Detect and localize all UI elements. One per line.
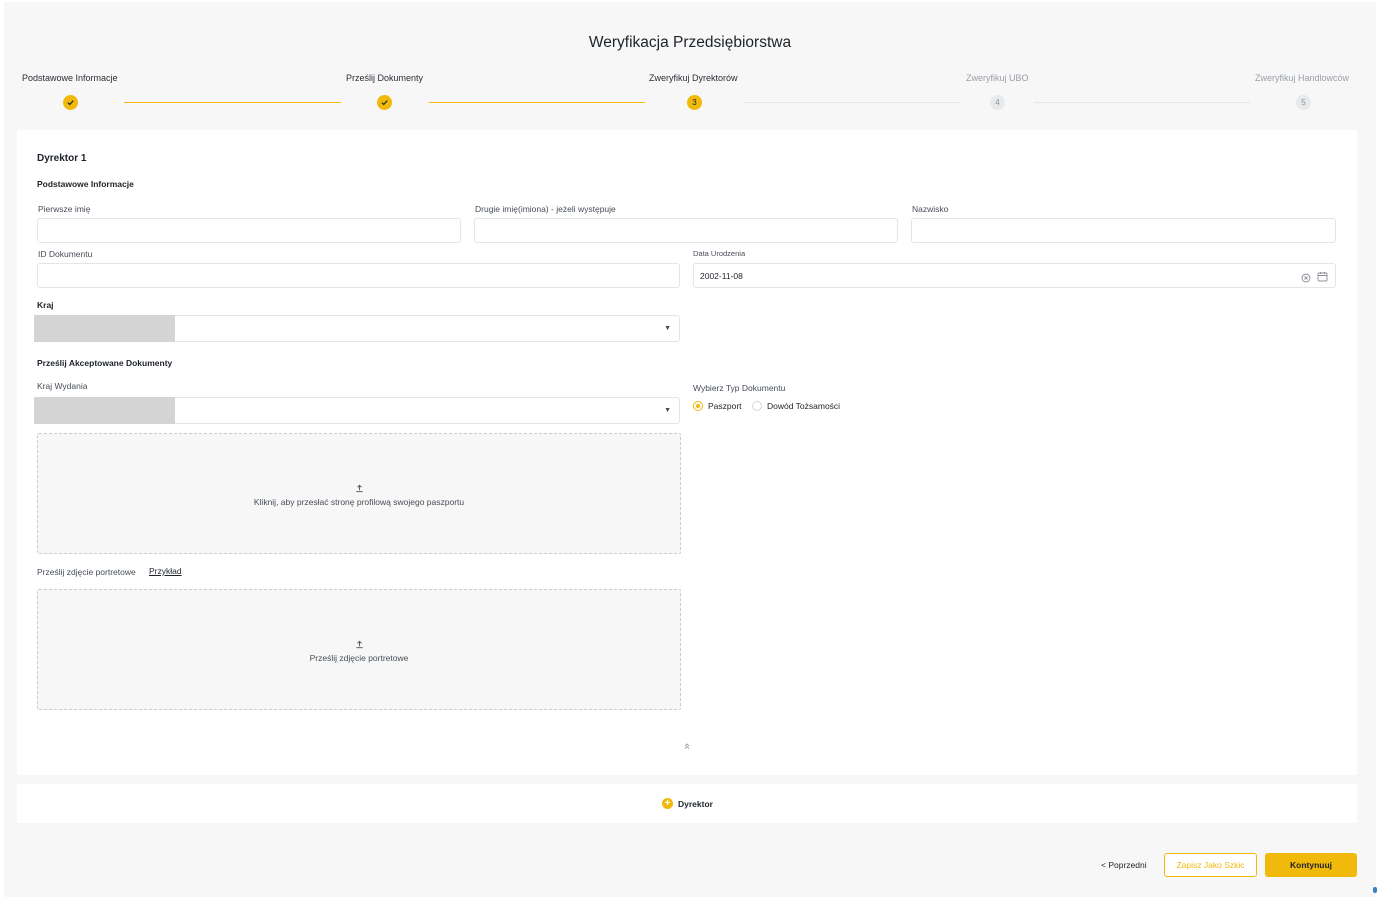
step-connector-3 xyxy=(745,102,961,103)
upload-icon xyxy=(38,640,680,652)
last-name-label: Nazwisko xyxy=(912,204,949,214)
issue-country-label: Kraj Wydania xyxy=(37,381,88,391)
portrait-upload-text: Prześlij zdjęcie portretowe xyxy=(309,653,409,663)
passport-upload-dropzone[interactable]: Kliknij, aby przesłać stronę profilową s… xyxy=(37,433,681,554)
radio-id-card-label[interactable]: Dowód Tożsamości xyxy=(767,401,840,411)
add-director-card: + Dyrektor xyxy=(17,784,1357,823)
first-name-label: Pierwsze imię xyxy=(38,204,91,214)
step-label-upload-documents: Prześlij Dokumenty xyxy=(346,73,424,83)
clear-icon[interactable] xyxy=(1301,270,1311,288)
continue-button[interactable]: Kontynuuj xyxy=(1265,853,1357,877)
step-connector-4 xyxy=(1034,102,1250,103)
previous-button[interactable]: < Poprzedni xyxy=(1101,860,1147,870)
scroll-indicator xyxy=(1373,887,1377,893)
documents-heading: Prześlij Akceptowane Dokumenty xyxy=(37,358,173,368)
step-4-number: 4 xyxy=(990,95,1005,110)
country-select[interactable]: ▼ xyxy=(34,315,680,342)
document-id-label: ID Dokumentu xyxy=(38,249,93,259)
add-director-label: Dyrektor xyxy=(678,798,713,809)
portrait-upload-dropzone[interactable]: Prześlij zdjęcie portretowe xyxy=(37,589,681,710)
chevron-down-icon: ▼ xyxy=(664,325,671,332)
country-label: Kraj xyxy=(37,300,54,310)
step-connector-2 xyxy=(429,102,645,103)
page-title: Weryfikacja Przedsiębiorstwa xyxy=(588,34,792,51)
middle-name-input[interactable] xyxy=(474,218,898,243)
middle-name-label: Drugie imię(imiona) - jeżeli występuje xyxy=(475,204,616,214)
first-name-input[interactable] xyxy=(37,218,461,243)
document-type-label: Wybierz Typ Dokumentu xyxy=(693,383,786,393)
radio-passport[interactable] xyxy=(693,401,703,411)
collapse-icon[interactable] xyxy=(683,742,691,752)
director-heading: Dyrektor 1 xyxy=(37,153,87,164)
portrait-example-link[interactable]: Przykład xyxy=(149,566,182,576)
step-connector-1 xyxy=(124,102,341,103)
birth-date-input[interactable]: 2002-11-08 xyxy=(693,263,1336,288)
step-1-check-icon xyxy=(63,95,78,110)
issue-country-flag xyxy=(34,397,175,424)
step-label-verify-directors: Zweryfikuj Dyrektorów xyxy=(649,73,738,83)
upload-icon xyxy=(38,484,680,496)
birth-date-label: Data Urodzenia xyxy=(693,249,746,258)
step-label-verify-ubo: Zweryfikuj UBO xyxy=(966,73,1029,83)
basic-info-heading: Podstawowe Informacje xyxy=(37,179,134,189)
step-5-number: 5 xyxy=(1296,95,1311,110)
passport-upload-text: Kliknij, aby przesłać stronę profilową s… xyxy=(253,497,465,507)
radio-passport-label[interactable]: Paszport xyxy=(708,401,742,411)
step-label-verify-traders: Zweryfikuj Handlowców xyxy=(1255,73,1350,83)
add-director-button[interactable]: + Dyrektor xyxy=(662,798,713,809)
last-name-input[interactable] xyxy=(911,218,1336,243)
calendar-icon[interactable] xyxy=(1317,269,1328,287)
portrait-label: Prześlij zdjęcie portretowe xyxy=(37,567,136,577)
page-background: Weryfikacja Przedsiębiorstwa Podstawowe … xyxy=(4,2,1376,897)
chevron-down-icon: ▼ xyxy=(664,407,671,414)
step-3-number: 3 xyxy=(687,95,702,110)
step-2-check-icon xyxy=(377,95,392,110)
issue-country-select[interactable]: ▼ xyxy=(34,397,680,424)
birth-date-value: 2002-11-08 xyxy=(700,271,743,281)
radio-id-card[interactable] xyxy=(752,401,762,411)
save-draft-button[interactable]: Zapisz Jako Szkic xyxy=(1164,853,1257,877)
step-label-basic-info: Podstawowe Informacje xyxy=(22,73,118,83)
director-card: Dyrektor 1 Podstawowe Informacje Pierwsz… xyxy=(17,130,1357,775)
plus-circle-icon: + xyxy=(662,798,673,809)
country-flag xyxy=(34,315,175,342)
document-id-input[interactable] xyxy=(37,263,680,288)
